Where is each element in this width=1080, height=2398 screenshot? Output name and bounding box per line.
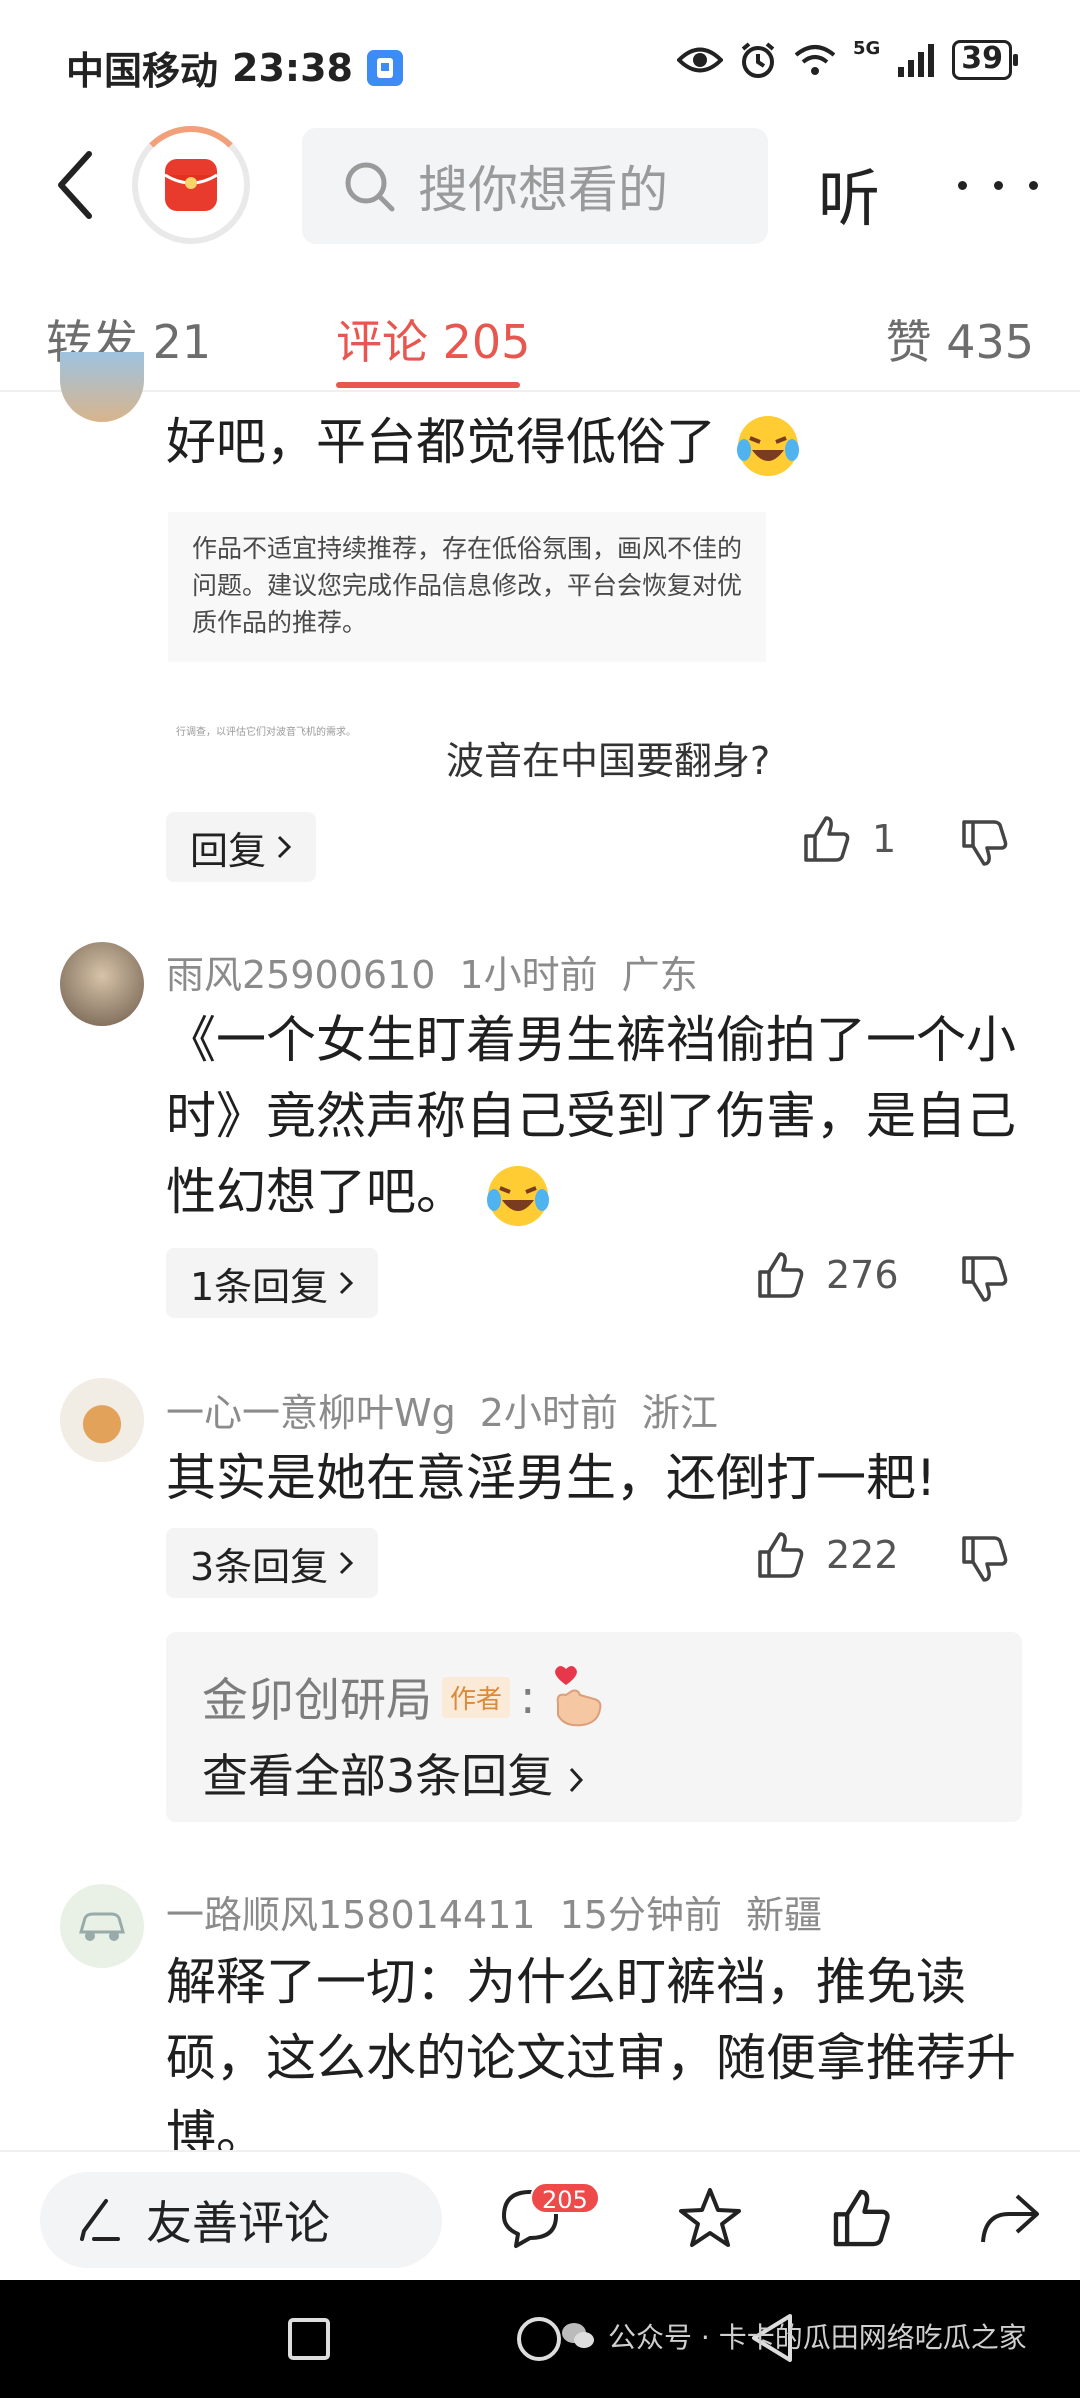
linked-article-title[interactable]: 波音在中国要翻身? <box>446 730 770 785</box>
red-packet-button[interactable] <box>132 126 250 244</box>
finger-heart-emoji-icon <box>554 1666 601 1727</box>
author-line: 金卯创研局 作者 : <box>202 1664 606 1730</box>
status-right: 5G 39 <box>676 37 1018 80</box>
comment-region: 浙江 <box>641 1391 718 1435</box>
status-bar: 中国移动 23:38 5G 39 <box>0 0 1080 120</box>
comment-text: 解释了一切：为什么盯裤裆，推免读硕，这么水的论文过审，随便拿推荐升博。 <box>166 1953 1016 2150</box>
avatar[interactable] <box>60 1378 144 1462</box>
more-options-button[interactable] <box>958 150 1038 220</box>
thumbs-down-icon <box>962 1536 1008 1582</box>
comment-time: 15分钟前 <box>559 1893 722 1937</box>
eye-icon <box>676 47 723 73</box>
comment-region: 新疆 <box>745 1893 822 1937</box>
comment-username[interactable]: 一心一意柳叶Wg <box>166 1391 456 1435</box>
star-icon <box>679 2188 741 2247</box>
comment-count-badge: 205 <box>530 2182 600 2214</box>
system-navigation-bar: 公众号 · 卡卡的瓜田网络吃瓜之家 <box>0 2280 1080 2398</box>
dot-icon <box>993 180 1003 190</box>
wifi-icon <box>794 45 836 75</box>
comment-text: 《一个女生盯着男生裤裆偷拍了一个小时》竟然声称自己受到了伤害，是自己性幻想了吧。 <box>166 1002 1046 1232</box>
article-thumbnail[interactable]: 行调查，以评估它们对波音飞机的需求。 <box>176 726 416 782</box>
author-reply-box[interactable]: 金卯创研局 作者 : 查看全部3条回复 <box>166 1632 1022 1822</box>
watermark: 公众号 · 卡卡的瓜田网络吃瓜之家 <box>560 2316 1027 2356</box>
like-button[interactable]: 1 <box>802 814 896 864</box>
search-icon <box>345 162 395 212</box>
compose-label: 友善评论 <box>146 2196 330 2250</box>
thumbs-down-icon <box>962 820 1008 866</box>
compose-comment-button[interactable]: 友善评论 <box>40 2172 442 2268</box>
pen-icon <box>80 2199 120 2241</box>
chevron-right-icon <box>340 1551 354 1575</box>
comment-text: 好吧，平台都觉得低俗了 <box>166 404 1046 482</box>
active-tab-indicator <box>336 382 520 388</box>
favorite-button[interactable] <box>670 2178 750 2258</box>
replies-button[interactable]: 3条回复 <box>166 1528 379 1598</box>
view-all-replies-link[interactable]: 查看全部3条回复 <box>202 1740 584 1806</box>
clock: 23:38 <box>232 45 353 90</box>
avatar[interactable] <box>60 1884 144 1968</box>
laugh-cry-emoji-icon <box>736 415 799 476</box>
top-header: 搜你想看的 听 <box>0 120 1080 250</box>
author-name[interactable]: 金卯创研局 <box>202 1664 432 1730</box>
comment-region: 广东 <box>621 953 698 997</box>
comment-meta: 一路顺风158014411 15分钟前 新疆 <box>166 1884 846 1939</box>
avatar[interactable] <box>60 942 144 1026</box>
replies-button[interactable]: 1条回复 <box>166 1248 379 1318</box>
signal-icon <box>898 44 935 77</box>
notification-app-icon <box>366 49 403 86</box>
thumbs-up-icon <box>758 1532 804 1578</box>
tab-bar: 转发 21 评论 205 赞 435 <box>0 282 1080 392</box>
search-box[interactable]: 搜你想看的 <box>302 128 768 244</box>
tab-likes[interactable]: 赞 435 <box>886 306 1034 372</box>
like-post-button[interactable] <box>822 2178 902 2258</box>
dislike-button[interactable] <box>960 818 1010 872</box>
comment-meta: 雨风25900610 1小时前 广东 <box>166 944 722 999</box>
reply-button[interactable]: 回复 <box>166 812 317 882</box>
author-badge: 作者 <box>442 1676 511 1718</box>
comment-time: 2小时前 <box>479 1391 618 1435</box>
recent-apps-icon[interactable] <box>286 2316 332 2362</box>
network-label: 5G <box>852 37 881 59</box>
notice-screenshot: 作品不适宜持续推荐，存在低俗氛围，画风不佳的问题。建议您完成作品信息修改，平台会… <box>168 512 766 662</box>
comment-time: 1小时前 <box>459 953 598 997</box>
laugh-cry-emoji-icon <box>486 1165 549 1226</box>
like-count: 222 <box>826 1533 899 1577</box>
author-colon: : <box>520 1670 536 1724</box>
home-icon[interactable] <box>514 2314 564 2364</box>
comment-text: 其实是她在意淫男生，还倒打一耙! <box>166 1449 937 1507</box>
listen-button[interactable]: 听 <box>818 148 880 238</box>
comment-meta: 一心一意柳叶Wg 2小时前 浙江 <box>166 1382 742 1437</box>
tab-comments[interactable]: 评论 205 <box>336 306 530 372</box>
chevron-right-icon <box>340 1271 354 1295</box>
thumbs-up-icon <box>758 1252 804 1298</box>
dot-icon <box>1029 180 1038 190</box>
bottom-action-bar: 友善评论 205 <box>0 2150 1080 2280</box>
back-arrow-icon <box>58 151 92 219</box>
chevron-right-icon <box>569 1767 583 1792</box>
thumbs-up-icon <box>833 2189 890 2247</box>
avatar[interactable] <box>60 352 144 422</box>
dot-icon <box>958 180 967 190</box>
dislike-button[interactable] <box>960 1534 1010 1588</box>
chevron-right-icon <box>277 835 292 859</box>
status-left: 中国移动 23:38 <box>66 40 403 95</box>
dislike-button[interactable] <box>960 1254 1010 1308</box>
comment-username[interactable]: 雨风25900610 <box>166 953 435 997</box>
share-arrow-icon <box>981 2194 1039 2243</box>
wechat-icon <box>562 2323 594 2348</box>
like-count: 276 <box>826 1253 899 1297</box>
like-count: 1 <box>872 817 897 861</box>
like-button[interactable]: 222 <box>756 1530 899 1580</box>
car-icon <box>79 1912 125 1941</box>
alarm-icon <box>741 42 775 78</box>
battery-indicator: 39 <box>952 40 1018 80</box>
thumbs-up-icon <box>804 816 850 862</box>
thumbs-down-icon <box>962 1256 1008 1302</box>
share-button[interactable] <box>970 2178 1050 2258</box>
search-placeholder: 搜你想看的 <box>418 161 668 219</box>
back-button[interactable] <box>40 145 110 225</box>
comment-username[interactable]: 一路顺风158014411 <box>166 1893 536 1937</box>
carrier-label: 中国移动 <box>66 49 219 93</box>
like-button[interactable]: 276 <box>756 1250 899 1300</box>
